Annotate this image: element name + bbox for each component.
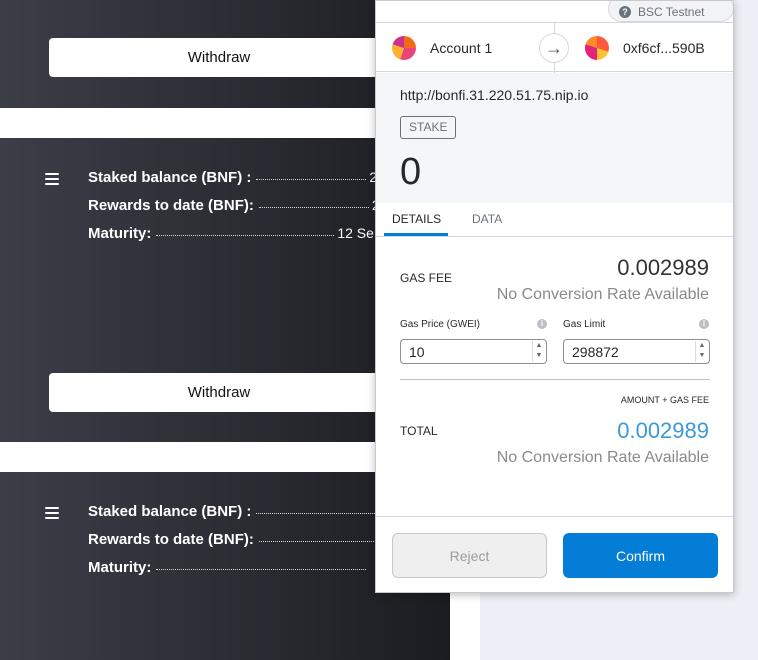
withdraw-button-1[interactable]: Withdraw: [49, 38, 389, 77]
total-value: 0.002989: [617, 418, 709, 443]
dotted-leader: [256, 513, 382, 514]
rewards-label: Rewards to date (BNF):: [88, 531, 254, 548]
tabs: DETAILS DATA: [376, 203, 733, 237]
staked-balance-label: Staked balance (BNF) :: [88, 169, 252, 186]
transaction-summary: http://bonfi.31.220.51.75.nip.io STAKE 0: [376, 73, 733, 203]
to-address[interactable]: 0xf6cf...590B: [623, 40, 705, 56]
tab-data[interactable]: DATA: [472, 212, 502, 226]
dotted-leader: [256, 179, 367, 180]
to-account-avatar: [585, 36, 609, 60]
gas-price-stepper[interactable]: ▲ ▼: [532, 341, 545, 362]
gas-fee-label: GAS FEE: [400, 271, 453, 285]
dotted-leader: [156, 235, 335, 236]
metamask-popup: ? BSC Testnet Account 1 → 0xf6cf...590B …: [375, 0, 734, 593]
gas-fee-conversion: No Conversion Rate Available: [496, 286, 709, 303]
maturity-row: Maturity: 12 Se: [88, 225, 374, 242]
gas-price-field[interactable]: [401, 340, 546, 363]
gas-limit-label: Gas Limit: [563, 319, 606, 330]
page: Withdraw Staked balance (BNF) : 2, Rewar…: [0, 0, 758, 660]
action-footer: Reject Confirm: [376, 516, 733, 592]
gas-price-label: Gas Price (GWEI): [400, 319, 481, 330]
gas-price-input[interactable]: ▲▼: [400, 339, 547, 364]
rewards-label: Rewards to date (BNF):: [88, 197, 254, 214]
staked-balance-row: Staked balance (BNF) :: [88, 503, 384, 520]
gas-limit-field[interactable]: [564, 340, 709, 363]
total-label: TOTAL: [400, 424, 438, 438]
account-bar: Account 1 → 0xf6cf...590B: [376, 22, 733, 73]
network-selector[interactable]: ? BSC Testnet: [608, 1, 733, 22]
dotted-leader: [258, 207, 369, 208]
staked-balance-label: Staked balance (BNF) :: [88, 503, 252, 520]
rewards-row: Rewards to date (BNF):: [88, 531, 387, 548]
question-icon: ?: [619, 5, 631, 18]
dotted-leader: [156, 569, 367, 570]
maturity-label: Maturity:: [88, 559, 152, 576]
arrow-right-icon: →: [539, 33, 569, 63]
origin-url: http://bonfi.31.220.51.75.nip.io: [400, 87, 589, 103]
dotted-leader: [258, 541, 384, 542]
network-name: BSC Testnet: [638, 4, 705, 19]
from-account-avatar: [392, 36, 416, 60]
info-icon[interactable]: i: [537, 319, 547, 329]
active-tab-indicator: [384, 233, 448, 236]
info-icon[interactable]: i: [699, 319, 709, 329]
gas-limit-stepper[interactable]: ▲ ▼: [695, 341, 708, 362]
transaction-amount: 0: [400, 151, 422, 193]
reject-button[interactable]: Reject: [392, 533, 547, 578]
staked-balance-row: Staked balance (BNF) : 2,: [88, 169, 381, 186]
withdraw-button-2[interactable]: Withdraw: [49, 373, 389, 412]
amount-gas-label: AMOUNT + GAS FEE: [620, 395, 709, 405]
gas-limit-input[interactable]: ▲▼: [563, 339, 710, 364]
tab-details[interactable]: DETAILS: [392, 212, 441, 226]
from-account-name[interactable]: Account 1: [430, 40, 492, 56]
maturity-label: Maturity:: [88, 225, 152, 242]
divider: [400, 379, 710, 380]
total-conversion: No Conversion Rate Available: [496, 449, 709, 466]
menu-icon[interactable]: [45, 173, 59, 185]
rewards-row: Rewards to date (BNF): 2,: [88, 197, 384, 214]
method-badge: STAKE: [400, 116, 457, 139]
confirm-button[interactable]: Confirm: [563, 533, 718, 578]
maturity-value: 12 Se: [337, 225, 374, 241]
maturity-row: Maturity:: [88, 559, 369, 576]
menu-icon[interactable]: [45, 507, 59, 519]
gas-fee-value: 0.002989: [617, 255, 709, 280]
